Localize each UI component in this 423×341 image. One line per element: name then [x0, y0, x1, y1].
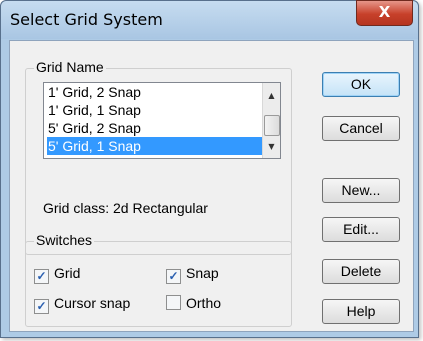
list-item[interactable]: 5' Grid, 2 Snap — [47, 119, 262, 137]
list-item[interactable]: 1' Grid, 1 Snap — [47, 101, 262, 119]
cursor-snap-checkbox[interactable]: ✓ Cursor snap — [34, 294, 131, 314]
switches-label: Switches — [34, 232, 95, 248]
title-bar[interactable]: Select Grid System X — [1, 0, 418, 39]
grid-name-listbox[interactable]: 1' Grid, 2 Snap 1' Grid, 1 Snap 5' Grid,… — [43, 82, 281, 159]
snap-checkbox-label: Snap — [186, 265, 219, 281]
checkbox-checked-icon: ✓ — [166, 269, 181, 284]
new-button[interactable]: New... — [322, 178, 400, 203]
grid-checkbox-label: Grid — [54, 265, 81, 281]
grid-name-label: Grid Name — [34, 59, 106, 75]
checkbox-checked-icon: ✓ — [34, 299, 49, 314]
delete-button[interactable]: Delete — [322, 259, 400, 284]
cancel-button[interactable]: Cancel — [322, 116, 400, 141]
grid-class-text: Grid class: 2d Rectangular — [43, 200, 208, 216]
grid-name-group: Grid Name 1' Grid, 2 Snap 1' Grid, 1 Sna… — [25, 59, 292, 255]
switches-group: Switches — [25, 232, 292, 327]
dialog-body: Grid Name 1' Grid, 2 Snap 1' Grid, 1 Sna… — [9, 40, 414, 332]
ortho-checkbox[interactable]: Ortho — [166, 294, 221, 312]
help-button[interactable]: Help — [322, 299, 400, 324]
list-item-selected[interactable]: 5' Grid, 1 Snap — [47, 137, 262, 155]
scroll-down-icon[interactable]: ▼ — [263, 138, 280, 155]
ok-button[interactable]: OK — [322, 72, 400, 97]
grid-checkbox[interactable]: ✓ Grid — [34, 264, 81, 284]
close-button[interactable]: X — [356, 0, 413, 26]
checkbox-unchecked-icon — [166, 295, 181, 310]
checkbox-checked-icon: ✓ — [34, 269, 49, 284]
close-icon: X — [378, 3, 391, 21]
dialog-window: Select Grid System X Grid Name 1' Grid, … — [0, 0, 419, 338]
list-item[interactable]: 1' Grid, 2 Snap — [47, 83, 262, 101]
ortho-checkbox-label: Ortho — [186, 295, 222, 311]
listbox-scrollbar[interactable]: ▲ ▼ — [262, 83, 280, 158]
cursor-snap-checkbox-label: Cursor snap — [54, 295, 131, 311]
scroll-up-icon[interactable]: ▲ — [263, 87, 280, 104]
edit-button[interactable]: Edit... — [322, 217, 400, 242]
snap-checkbox[interactable]: ✓ Snap — [166, 264, 219, 284]
scrollbar-thumb[interactable] — [264, 115, 280, 136]
window-title: Select Grid System — [10, 10, 163, 29]
